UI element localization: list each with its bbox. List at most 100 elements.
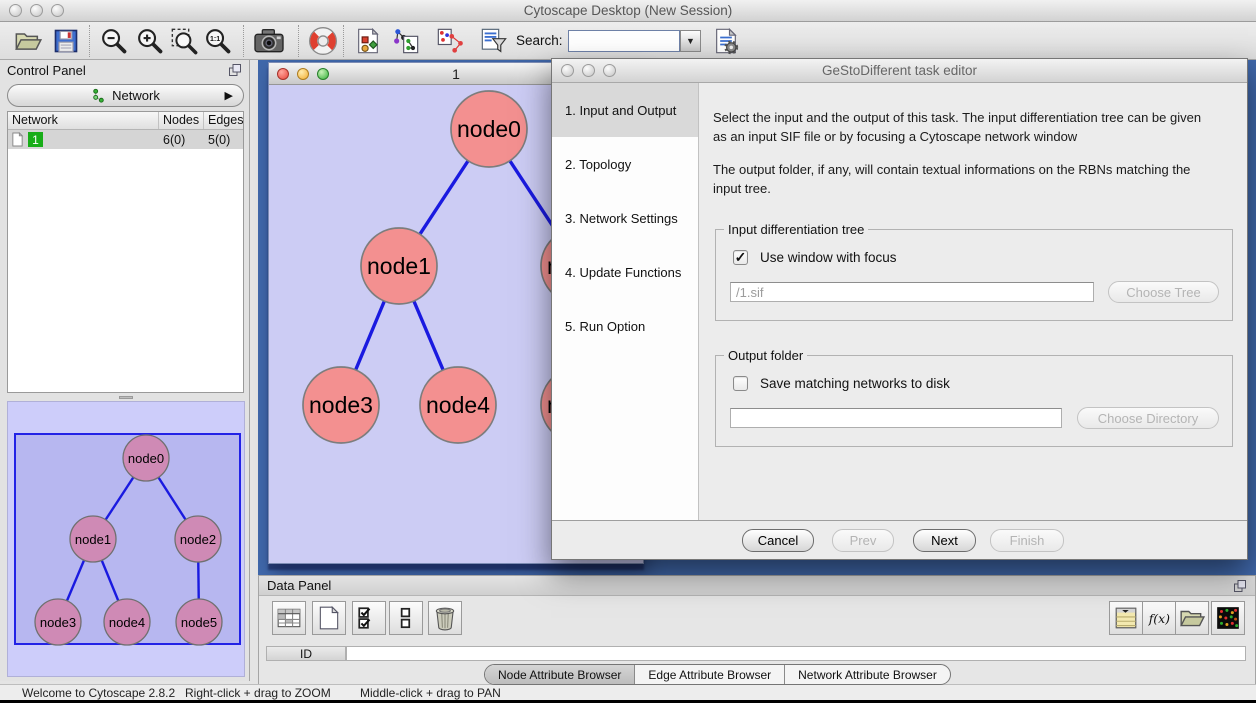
- open-folder-icon: [14, 27, 42, 55]
- document-to-network-icon: [436, 27, 464, 55]
- next-button[interactable]: Next: [913, 529, 976, 552]
- overview-node-label: node3: [40, 615, 76, 630]
- attribute-table-button[interactable]: [272, 601, 306, 635]
- table-row[interactable]: 1 6(0) 5(0): [8, 130, 243, 149]
- unchecked-list-icon: [393, 605, 419, 631]
- trash-icon: [432, 605, 458, 631]
- delete-attribute-button[interactable]: [428, 601, 462, 635]
- float-panel-button[interactable]: [1233, 579, 1247, 593]
- step-update-functions[interactable]: 4. Update Functions: [552, 245, 698, 299]
- unselect-attributes-button[interactable]: [389, 601, 423, 635]
- step-network-settings[interactable]: 3. Network Settings: [552, 191, 698, 245]
- network-tab-label: Network: [112, 88, 160, 103]
- dialog-title: GeStoDifferent task editor: [552, 63, 1247, 78]
- app-title: Cytoscape Desktop (New Session): [0, 3, 1256, 18]
- network-list-table: Network Nodes Edges 1 6(0) 5(0): [7, 111, 244, 393]
- id-column-header[interactable]: ID: [266, 646, 346, 661]
- status-bar: Welcome to Cytoscape 2.8.2 Right-click +…: [0, 684, 1256, 703]
- column-nodes: Nodes: [159, 112, 204, 129]
- panel-splitter[interactable]: [7, 395, 244, 400]
- export-network-button[interactable]: [436, 27, 464, 55]
- overview-node-label: node5: [181, 615, 217, 630]
- matrix-view-button[interactable]: [1211, 601, 1245, 635]
- intro-paragraph-2: The output folder, if any, will contain …: [713, 161, 1218, 199]
- output-folder-path-field[interactable]: [730, 408, 1062, 428]
- overview-node-label: node2: [180, 532, 216, 547]
- snapshot-button[interactable]: [253, 25, 285, 57]
- checked-list-icon: [356, 605, 382, 631]
- float-window-icon: [1233, 579, 1247, 593]
- choose-tree-button: Choose Tree: [1108, 281, 1219, 303]
- zoom-in-icon: [136, 27, 164, 55]
- filter-button[interactable]: [480, 27, 508, 55]
- select-attributes-button[interactable]: [352, 601, 386, 635]
- graph-node-label: node4: [426, 392, 490, 418]
- attribute-list-button[interactable]: [1109, 601, 1143, 635]
- help-button[interactable]: [307, 25, 339, 57]
- tab-edge-attribute-browser[interactable]: Edge Attribute Browser: [635, 665, 785, 684]
- floppy-disk-icon: [52, 27, 80, 55]
- network-name-badge: 1: [28, 132, 43, 147]
- document-gear-icon: [712, 27, 740, 55]
- use-window-with-focus-label: Use window with focus: [760, 250, 897, 265]
- network-node-count: 6(0): [159, 133, 204, 147]
- status-message: Welcome to Cytoscape 2.8.2: [22, 686, 175, 700]
- control-panel: Control Panel Network ▶ Network Nodes Ed…: [0, 60, 250, 681]
- zoom-one-to-one-icon: 1:1: [204, 27, 232, 55]
- search-dropdown-button[interactable]: ▼: [680, 30, 701, 52]
- graph-node-label: node3: [309, 392, 373, 418]
- search-label: Search:: [516, 33, 563, 48]
- network-glyph-icon: [91, 88, 106, 103]
- pan-hint: Middle-click + drag to PAN: [360, 686, 501, 700]
- cancel-button[interactable]: Cancel: [742, 529, 814, 552]
- data-panel-title: Data Panel: [267, 578, 331, 593]
- life-ring-icon: [307, 25, 339, 57]
- input-tree-path-field[interactable]: /1.sif: [730, 282, 1094, 302]
- output-folder-group-label: Output folder: [724, 348, 807, 363]
- data-panel: Data Panel f(x) ID Node Attribute Browse…: [258, 575, 1256, 684]
- dialog-titlebar[interactable]: GeStoDifferent task editor: [552, 59, 1247, 83]
- finish-button: Finish: [990, 529, 1064, 552]
- graph-node-label: node0: [457, 116, 521, 142]
- search-config-button[interactable]: [712, 27, 740, 55]
- input-tree-group: Input differentiation tree ✓ Use window …: [715, 229, 1233, 321]
- save-session-button[interactable]: [52, 27, 80, 55]
- import-attributes-button[interactable]: [1175, 601, 1209, 635]
- input-tree-group-label: Input differentiation tree: [724, 222, 868, 237]
- column-network: Network: [8, 112, 159, 129]
- prev-button: Prev: [832, 529, 894, 552]
- attribute-browser-tabs: Node Attribute Browser Edge Attribute Br…: [484, 664, 951, 685]
- column-edges: Edges: [204, 112, 243, 129]
- float-panel-button[interactable]: [228, 63, 242, 77]
- wizard-page: Select the input and the output of this …: [699, 83, 1247, 520]
- wizard-steps: 1. Input and Output 2. Topology 3. Netwo…: [552, 83, 699, 520]
- output-folder-group: Output folder Save matching networks to …: [715, 355, 1233, 447]
- zoom-in-button[interactable]: [136, 27, 164, 55]
- step-topology[interactable]: 2. Topology: [552, 137, 698, 191]
- task-editor-dialog: GeStoDifferent task editor 1. Input and …: [551, 58, 1248, 560]
- import-network-button[interactable]: [392, 27, 420, 55]
- control-panel-title: Control Panel: [7, 63, 86, 78]
- svg-text:1:1: 1:1: [210, 36, 220, 43]
- tab-node-attribute-browser[interactable]: Node Attribute Browser: [485, 665, 635, 684]
- blank-document-icon: [316, 605, 342, 631]
- chevron-down-icon: ▼: [686, 36, 695, 46]
- step-run-option[interactable]: 5. Run Option: [552, 299, 698, 353]
- document-icon: [11, 132, 24, 147]
- zoom-actual-size-button[interactable]: 1:1: [204, 27, 232, 55]
- function-builder-button[interactable]: f(x): [1142, 601, 1176, 635]
- table-select-icon: [1113, 605, 1139, 631]
- zoom-selected-button[interactable]: [170, 27, 198, 55]
- tab-network[interactable]: Network ▶: [7, 84, 244, 107]
- zoom-hint: Right-click + drag to ZOOM: [185, 686, 331, 700]
- save-networks-checkbox[interactable]: [733, 376, 748, 391]
- tab-network-attribute-browser[interactable]: Network Attribute Browser: [785, 665, 950, 684]
- new-attribute-button[interactable]: [312, 601, 346, 635]
- use-window-with-focus-checkbox[interactable]: ✓: [733, 250, 748, 265]
- search-input[interactable]: [568, 30, 680, 52]
- open-session-button[interactable]: [14, 27, 42, 55]
- open-folder-icon: [1179, 605, 1205, 631]
- vizmapper-button[interactable]: [354, 27, 382, 55]
- step-input-and-output[interactable]: 1. Input and Output: [552, 83, 698, 137]
- zoom-out-button[interactable]: [100, 27, 128, 55]
